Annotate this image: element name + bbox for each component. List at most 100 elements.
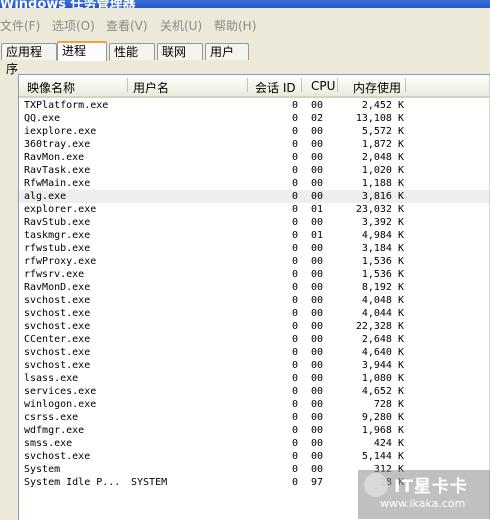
process-cpu: 00 — [311, 308, 324, 319]
process-row[interactable]: RavTask.exe 0 00 1,020 K — [19, 164, 490, 177]
window-title: Windows 任务管理器 — [0, 0, 136, 8]
process-row[interactable]: iexplore.exe 0 00 5,572 K — [19, 125, 490, 138]
process-row[interactable]: alg.exe 0 00 3,816 K — [19, 190, 490, 203]
process-session-id: 0 — [291, 126, 298, 137]
process-session-id: 0 — [291, 191, 298, 202]
column-divider[interactable] — [301, 78, 302, 92]
process-rows: TXPlatform.exe 0 00 2,452 K QQ.exe 0 02 13,108 … — [19, 99, 490, 489]
process-session-id: 0 — [291, 360, 298, 371]
process-session-id: 0 — [291, 256, 298, 267]
process-session-id: 0 — [291, 243, 298, 254]
process-cpu: 00 — [311, 152, 324, 163]
column-image-name[interactable]: 映像名称 — [27, 79, 75, 96]
process-session-id: 0 — [291, 321, 298, 332]
process-session-id: 0 — [291, 425, 298, 436]
process-session-id: 0 — [291, 399, 298, 410]
process-session-id: 0 — [291, 347, 298, 358]
column-divider[interactable] — [127, 78, 128, 92]
column-user-name[interactable]: 用户名 — [133, 79, 169, 96]
process-cpu: 02 — [311, 113, 324, 124]
tab-strip: 应用程序 进程 性能 联网 用户 — [0, 41, 490, 76]
tab-processes[interactable]: 进程 — [57, 41, 107, 61]
process-memory: 4,984 K — [361, 230, 404, 241]
process-row[interactable]: svchost.exe 0 00 4,048 K — [19, 294, 490, 307]
process-memory: 2,048 K — [361, 152, 404, 163]
process-row[interactable]: QQ.exe 0 02 13,108 K — [19, 112, 490, 125]
process-name: RfwMain.exe — [24, 178, 91, 189]
process-name: svchost.exe — [24, 321, 91, 332]
process-user: SYSTEM — [131, 477, 168, 488]
process-memory: 4,652 K — [361, 386, 404, 397]
title-bar: Windows 任务管理器 — [0, 0, 490, 8]
process-row[interactable]: csrss.exe 0 00 9,280 K — [19, 411, 490, 424]
process-session-id: 0 — [291, 451, 298, 462]
process-name: csrss.exe — [24, 412, 79, 423]
process-row[interactable]: svchost.exe 0 00 4,044 K — [19, 307, 490, 320]
process-cpu: 00 — [311, 282, 324, 293]
watermark-brand: IT星卡卡 — [394, 477, 468, 497]
process-cpu: 00 — [311, 360, 324, 371]
process-row[interactable]: explorer.exe 0 01 23,032 K — [19, 203, 490, 216]
process-row[interactable]: lsass.exe 0 00 1,080 K — [19, 372, 490, 385]
column-session-id[interactable]: 会话 ID — [255, 79, 296, 96]
process-session-id: 0 — [291, 464, 298, 475]
process-name: RavMonD.exe — [24, 282, 91, 293]
process-cpu: 97 — [311, 477, 324, 488]
process-session-id: 0 — [291, 412, 298, 423]
list-header: 映像名称 用户名 会话 ID CPU 内存使用 — [19, 75, 490, 98]
process-row[interactable]: smss.exe 0 00 424 K — [19, 437, 490, 450]
menu-options[interactable]: 选项(O) — [52, 17, 95, 34]
column-memory[interactable]: 内存使用 — [353, 79, 401, 96]
column-divider[interactable] — [337, 78, 338, 92]
process-row[interactable]: 360tray.exe 0 00 1,872 K — [19, 138, 490, 151]
process-row[interactable]: svchost.exe 0 00 5,144 K — [19, 450, 490, 463]
process-cpu: 00 — [311, 334, 324, 345]
process-row[interactable]: services.exe 0 00 4,652 K — [19, 385, 490, 398]
process-session-id: 0 — [291, 282, 298, 293]
process-row[interactable]: rfwstub.exe 0 00 3,184 K — [19, 242, 490, 255]
process-name: svchost.exe — [24, 347, 91, 358]
menu-help[interactable]: 帮助(H) — [214, 17, 256, 34]
column-cpu[interactable]: CPU — [311, 79, 335, 93]
process-row[interactable]: svchost.exe 0 00 4,640 K — [19, 346, 490, 359]
process-memory: 8,192 K — [361, 282, 404, 293]
column-divider[interactable] — [405, 78, 406, 92]
tab-performance[interactable]: 性能 — [109, 43, 155, 60]
menu-shutdown[interactable]: 关机(U) — [160, 17, 202, 34]
process-row[interactable]: wdfmgr.exe 0 00 1,968 K — [19, 424, 490, 437]
tab-applications[interactable]: 应用程序 — [1, 43, 57, 76]
tab-users[interactable]: 用户 — [205, 43, 249, 60]
process-row[interactable]: TXPlatform.exe 0 00 2,452 K — [19, 99, 490, 112]
process-list[interactable]: 映像名称 用户名 会话 ID CPU 内存使用 TXPlatform.exe 0 0… — [18, 74, 490, 520]
process-row[interactable]: RavMonD.exe 0 00 8,192 K — [19, 281, 490, 294]
tab-networking[interactable]: 联网 — [157, 43, 203, 60]
process-memory: 3,944 K — [361, 360, 404, 371]
menu-view[interactable]: 查看(V) — [106, 17, 148, 34]
process-session-id: 0 — [291, 230, 298, 241]
process-row[interactable]: CCenter.exe 0 00 2,648 K — [19, 333, 490, 346]
process-name: 360tray.exe — [24, 139, 91, 150]
column-divider[interactable] — [247, 78, 248, 92]
menu-file[interactable]: 文件(F) — [0, 17, 40, 34]
process-row[interactable]: winlogon.exe 0 00 728 K — [19, 398, 490, 411]
process-cpu: 00 — [311, 243, 324, 254]
process-memory: 4,048 K — [361, 295, 404, 306]
process-memory: 3,184 K — [361, 243, 404, 254]
process-row[interactable]: RavMon.exe 0 00 2,048 K — [19, 151, 490, 164]
process-row[interactable]: taskmgr.exe 0 01 4,984 K — [19, 229, 490, 242]
process-cpu: 00 — [311, 373, 324, 384]
process-row[interactable]: svchost.exe 0 00 22,328 K — [19, 320, 490, 333]
process-row[interactable]: rfwProxy.exe 0 00 1,536 K — [19, 255, 490, 268]
process-row[interactable]: RavStub.exe 0 00 3,392 K — [19, 216, 490, 229]
process-cpu: 01 — [311, 230, 324, 241]
process-name: RavTask.exe — [24, 165, 91, 176]
process-memory: 2,452 K — [361, 100, 404, 111]
process-memory: 2,648 K — [361, 334, 404, 345]
process-row[interactable]: svchost.exe 0 00 3,944 K — [19, 359, 490, 372]
process-row[interactable]: rfwsrv.exe 0 00 1,536 K — [19, 268, 490, 281]
process-row[interactable]: RfwMain.exe 0 00 1,188 K — [19, 177, 490, 190]
process-memory: 728 K — [373, 399, 404, 410]
process-cpu: 00 — [311, 178, 324, 189]
process-session-id: 0 — [291, 308, 298, 319]
process-cpu: 00 — [311, 269, 324, 280]
